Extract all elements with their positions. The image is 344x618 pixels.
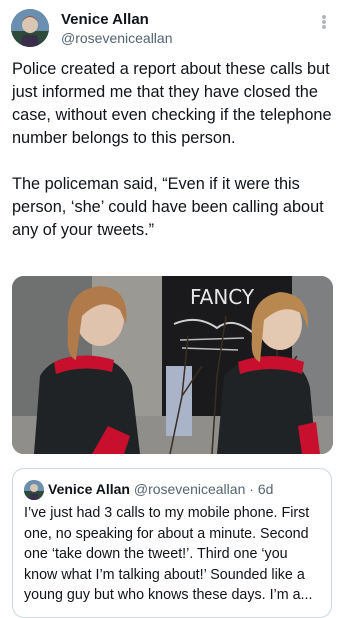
- quoted-separator: ·: [249, 481, 254, 497]
- quoted-text: I’ve just had 3 calls to my mobile phone…: [24, 505, 313, 603]
- quoted-author-handle[interactable]: @rosevenicеallan: [134, 481, 246, 497]
- quoted-timestamp[interactable]: 6d: [258, 481, 274, 497]
- quoted-post[interactable]: Venice Allan @rosevenicеallan · 6d I’ve …: [12, 468, 332, 618]
- quoted-header: Venice Allan @rosevenicеallan · 6d: [48, 481, 273, 497]
- author-handle[interactable]: @rosevenicеallan: [61, 30, 173, 46]
- post-photo[interactable]: FANCY: [12, 276, 333, 454]
- post-text: Police created a report about these call…: [12, 60, 332, 239]
- quoted-author-avatar[interactable]: [24, 480, 44, 500]
- more-vertical-icon[interactable]: • • •: [314, 10, 334, 35]
- author-avatar[interactable]: [11, 9, 49, 47]
- graffiti-text: FANCY: [190, 285, 255, 309]
- post-header: Venice Allan @rosevenicеallan • • •: [11, 9, 334, 49]
- quoted-author-name[interactable]: Venice Allan: [48, 481, 130, 497]
- author-name[interactable]: Venice Allan: [61, 11, 149, 28]
